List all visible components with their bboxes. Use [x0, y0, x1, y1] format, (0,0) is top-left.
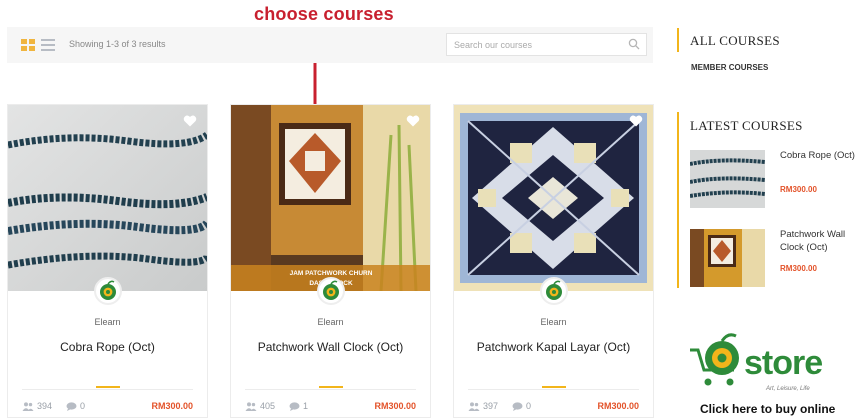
comments-stat: 0 — [66, 401, 85, 411]
search-icon[interactable] — [628, 38, 640, 50]
results-count: Showing 1-3 of 3 results — [69, 39, 166, 49]
comments-stat: 1 — [289, 401, 308, 411]
card-divider — [245, 389, 416, 390]
latest-courses-heading: LATEST COURSES — [690, 118, 803, 133]
search-box — [446, 33, 647, 56]
buy-online-link[interactable]: Click here to buy online — [700, 402, 835, 416]
card-accent — [319, 386, 343, 388]
course-price: RM300.00 — [374, 401, 416, 411]
card-accent — [542, 386, 566, 388]
card-divider — [468, 389, 639, 390]
course-image-patchwork-wall-clock[interactable]: JAM PATCHWORK CHURN DASH CLOCK — [231, 105, 430, 291]
course-title[interactable]: Patchwork Kapal Layar (Oct) — [454, 340, 653, 354]
course-author: Elearn — [94, 317, 121, 327]
course-author: Elearn — [540, 317, 567, 327]
elearn-logo-icon — [323, 280, 339, 300]
course-meta: 397 0 RM300.00 — [468, 401, 639, 415]
estore-logo-text: store — [744, 344, 823, 382]
latest-title-cobra-rope[interactable]: Cobra Rope (Oct) — [780, 149, 858, 162]
course-card-cobra-rope[interactable]: Elearn Cobra Rope (Oct) 394 0 RM300.00 — [7, 104, 208, 418]
course-title[interactable]: Cobra Rope (Oct) — [8, 340, 207, 354]
annotation-label: choose courses — [254, 4, 394, 24]
author-avatar — [540, 277, 568, 305]
comment-icon — [289, 402, 300, 411]
search-input[interactable] — [447, 34, 617, 55]
card-accent — [96, 386, 120, 388]
course-price: RM300.00 — [151, 401, 193, 411]
comments-stat: 0 — [512, 401, 531, 411]
students-stat: 397 — [468, 401, 498, 411]
sidebar-heading-rule — [677, 28, 679, 52]
author-avatar — [94, 277, 122, 305]
comment-icon — [512, 402, 523, 411]
latest-price-cobra-rope: RM300.00 — [780, 185, 817, 194]
estore-promo[interactable]: store Art, Leisure, Life Click here to b… — [688, 330, 858, 418]
course-card-patchwork-kapal-layar[interactable]: Elearn Patchwork Kapal Layar (Oct) 397 0… — [453, 104, 654, 418]
students-stat: 405 — [245, 401, 275, 411]
latest-thumb-patchwork-wall-clock[interactable] — [690, 229, 765, 287]
grid-view-icon[interactable] — [21, 39, 35, 51]
list-view-icon[interactable] — [41, 39, 55, 51]
users-icon — [245, 402, 257, 411]
course-card-patchwork-wall-clock[interactable]: JAM PATCHWORK CHURN DASH CLOCK Elearn Pa… — [230, 104, 431, 418]
latest-price-patchwork-wall-clock: RM300.00 — [780, 264, 817, 273]
results-toolbar: Showing 1-3 of 3 results — [7, 27, 653, 63]
heart-icon[interactable] — [183, 115, 197, 127]
course-meta: 394 0 RM300.00 — [22, 401, 193, 415]
course-image-cobra-rope[interactable] — [8, 105, 207, 291]
latest-title-patchwork-wall-clock[interactable]: Patchwork Wall Clock (Oct) — [780, 228, 858, 254]
course-meta: 405 1 RM300.00 — [245, 401, 416, 415]
users-icon — [468, 402, 480, 411]
latest-thumb-cobra-rope[interactable] — [690, 150, 765, 208]
card-divider — [22, 389, 193, 390]
users-icon — [22, 402, 34, 411]
member-courses-link[interactable]: MEMBER COURSES — [691, 63, 768, 72]
estore-tagline: Art, Leisure, Life — [766, 386, 810, 392]
latest-courses-rule — [677, 112, 679, 288]
course-price: RM300.00 — [597, 401, 639, 411]
author-avatar — [317, 277, 345, 305]
heart-icon[interactable] — [629, 115, 643, 127]
elearn-logo-icon — [100, 280, 116, 300]
course-author: Elearn — [317, 317, 344, 327]
course-title[interactable]: Patchwork Wall Clock (Oct) — [231, 340, 430, 354]
heart-icon[interactable] — [406, 115, 420, 127]
all-courses-heading: ALL COURSES — [690, 33, 780, 48]
students-stat: 394 — [22, 401, 52, 411]
elearn-logo-icon — [546, 280, 562, 300]
comment-icon — [66, 402, 77, 411]
course-image-patchwork-kapal-layar[interactable] — [454, 105, 653, 291]
